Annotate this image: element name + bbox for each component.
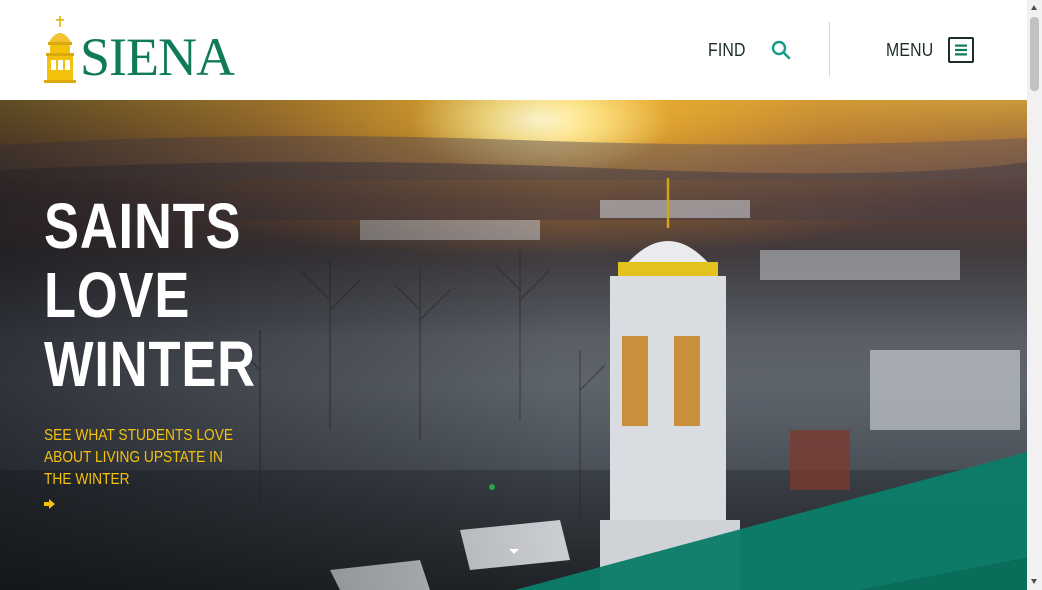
site-header: SIENA FIND MENU [0,0,1027,100]
scroll-up-arrow-icon[interactable] [1031,5,1037,10]
caret-down-icon[interactable] [506,546,522,558]
header-divider [829,22,830,77]
hamburger-menu-icon [948,37,974,63]
arrow-right-icon[interactable] [44,499,56,509]
scroll-down-arrow-icon[interactable] [1031,579,1037,584]
find-button[interactable]: FIND [708,37,791,63]
headline-line-3: WINTER [44,328,256,400]
search-icon [771,40,791,60]
scrollbar-thumb[interactable] [1030,17,1039,91]
menu-label: MENU [886,39,934,60]
find-label: FIND [708,39,746,60]
page-scrollbar[interactable] [1027,0,1042,590]
headline-line-2: LOVE [44,259,191,331]
siena-logo-link[interactable]: SIENA [42,16,252,84]
menu-button[interactable]: MENU [886,35,974,65]
page: SIENA FIND MENU SAINTS LOVE WINTER SEE W… [0,0,1027,590]
headline-line-1: SAINTS [44,190,242,262]
hero-banner: SAINTS LOVE WINTER SEE WHAT STUDENTS LOV… [0,100,1027,590]
hero-headline: SAINTS LOVE WINTER [44,192,256,399]
hero-cta-link[interactable]: SEE WHAT STUDENTS LOVE ABOUT LIVING UPST… [44,425,246,491]
dome-logo-icon [44,16,76,83]
logo-wordmark: SIENA [80,27,235,87]
carousel-indicator[interactable] [489,484,495,490]
